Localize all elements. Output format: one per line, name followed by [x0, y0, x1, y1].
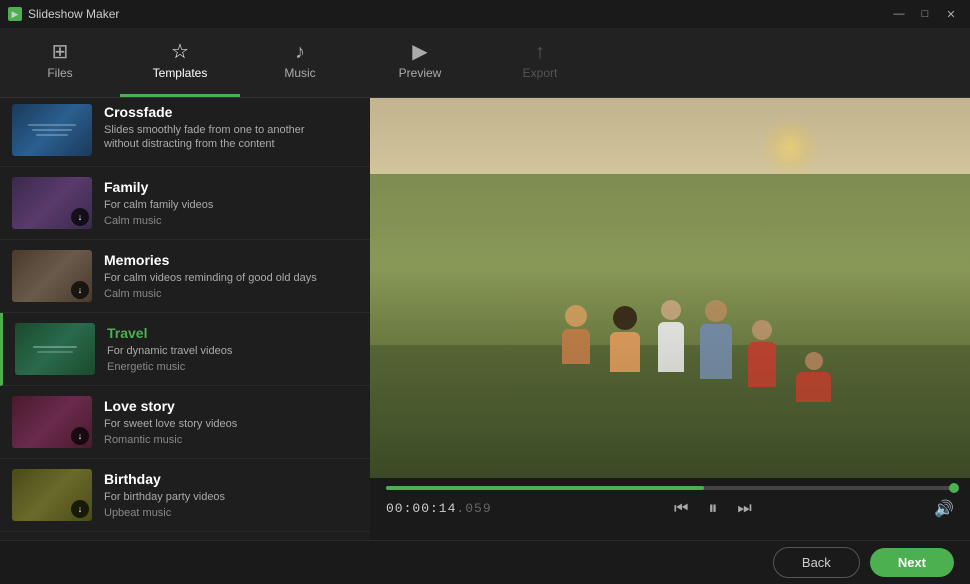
time-current: 00:00:14 — [386, 501, 456, 516]
minimize-button[interactable]: — — [888, 5, 910, 23]
template-desc-memories: For calm videos reminding of good old da… — [104, 271, 358, 285]
progress-row — [386, 486, 954, 490]
template-info-crossfade: Crossfade Slides smoothly fade from one … — [104, 104, 358, 155]
volume-icon[interactable]: 🔊 — [934, 499, 954, 519]
template-thumb-crossfade — [12, 104, 92, 156]
templates-icon: ☆ — [171, 42, 189, 62]
maximize-button[interactable]: □ — [914, 5, 936, 23]
template-desc-family: For calm family videos — [104, 198, 358, 212]
scene-people — [370, 98, 970, 478]
nav-export-label: Export — [523, 66, 558, 80]
files-icon: ⊞ — [52, 42, 69, 62]
pause-button[interactable]: ⏸ — [704, 496, 721, 521]
nav-templates[interactable]: ☆ Templates — [120, 28, 240, 97]
template-item-birthday[interactable]: ↓ Birthday For birthday party videos Upb… — [0, 459, 370, 532]
controls-bar: 00:00:14.059 ⏮ ⏸ ⏭ 🔊 — [370, 478, 970, 540]
nav-music[interactable]: ♪ Music — [240, 28, 360, 97]
template-list: Crossfade Slides smoothly fade from one … — [0, 98, 370, 540]
progress-dot — [949, 483, 959, 493]
template-thumb-birthday: ↓ — [12, 469, 92, 521]
app-title: Slideshow Maker — [28, 7, 119, 21]
nav-music-label: Music — [284, 66, 315, 80]
close-button[interactable]: ✕ — [940, 5, 962, 23]
template-item-lovestory[interactable]: ↓ Love story For sweet love story videos… — [0, 386, 370, 459]
memories-badge: ↓ — [71, 281, 89, 299]
controls-bottom-row: 00:00:14.059 ⏮ ⏸ ⏭ 🔊 — [386, 496, 954, 521]
nav-files[interactable]: ⊞ Files — [0, 28, 120, 97]
template-thumb-lovestory: ↓ — [12, 396, 92, 448]
template-item-travel[interactable]: Travel For dynamic travel videos Energet… — [0, 313, 370, 386]
template-desc-crossfade: Slides smoothly fade from one to another… — [104, 123, 358, 152]
template-info-birthday: Birthday For birthday party videos Upbea… — [104, 471, 358, 519]
template-name-birthday: Birthday — [104, 471, 358, 487]
template-item-crossfade[interactable]: Crossfade Slides smoothly fade from one … — [0, 98, 370, 167]
birthday-badge: ↓ — [71, 500, 89, 518]
template-desc-travel: For dynamic travel videos — [107, 344, 358, 358]
template-music-memories: Calm music — [104, 288, 358, 300]
template-info-family: Family For calm family videos Calm music — [104, 179, 358, 227]
titlebar-left: ▶ Slideshow Maker — [8, 7, 119, 21]
titlebar: ▶ Slideshow Maker — □ ✕ — [0, 0, 970, 28]
export-icon: ↑ — [535, 42, 545, 62]
template-info-lovestory: Love story For sweet love story videos R… — [104, 398, 358, 446]
nav-templates-label: Templates — [153, 66, 208, 80]
playback-controls: ⏮ ⏸ ⏭ — [670, 496, 756, 521]
template-name-family: Family — [104, 179, 358, 195]
app-icon: ▶ — [8, 7, 22, 21]
step-forward-button[interactable]: ⏭ — [733, 498, 755, 520]
template-name-memories: Memories — [104, 252, 358, 268]
template-item-memories[interactable]: ↓ Memories For calm videos reminding of … — [0, 240, 370, 313]
top-navigation: ⊞ Files ☆ Templates ♪ Music ▶ Preview ↑ … — [0, 28, 970, 98]
template-thumb-family: ↓ — [12, 177, 92, 229]
lovestory-badge: ↓ — [71, 427, 89, 445]
main-content: Crossfade Slides smoothly fade from one … — [0, 98, 970, 540]
titlebar-controls: — □ ✕ — [888, 5, 962, 23]
footer: Back Next — [0, 540, 970, 584]
nav-export[interactable]: ↑ Export — [480, 28, 600, 97]
template-music-family: Calm music — [104, 215, 358, 227]
template-name-lovestory: Love story — [104, 398, 358, 414]
music-icon: ♪ — [295, 42, 305, 62]
nav-preview-label: Preview — [399, 66, 442, 80]
template-desc-birthday: For birthday party videos — [104, 490, 358, 504]
template-name-crossfade: Crossfade — [104, 104, 358, 120]
preview-area: 00:00:14.059 ⏮ ⏸ ⏭ 🔊 — [370, 98, 970, 540]
time-dim: .059 — [456, 501, 491, 516]
preview-icon: ▶ — [412, 42, 427, 62]
template-info-travel: Travel For dynamic travel videos Energet… — [107, 325, 358, 373]
template-music-lovestory: Romantic music — [104, 434, 358, 446]
template-info-memories: Memories For calm videos reminding of go… — [104, 252, 358, 300]
progress-track[interactable] — [386, 486, 954, 490]
step-back-button[interactable]: ⏮ — [670, 498, 692, 520]
next-button[interactable]: Next — [870, 548, 954, 577]
back-button[interactable]: Back — [773, 547, 860, 578]
template-name-travel: Travel — [107, 325, 358, 341]
template-thumb-memories: ↓ — [12, 250, 92, 302]
nav-preview[interactable]: ▶ Preview — [360, 28, 480, 97]
nav-files-label: Files — [47, 66, 72, 80]
template-desc-lovestory: For sweet love story videos — [104, 417, 358, 431]
template-thumb-travel — [15, 323, 95, 375]
progress-fill — [386, 486, 704, 490]
template-item-family[interactable]: ↓ Family For calm family videos Calm mus… — [0, 167, 370, 240]
family-badge: ↓ — [71, 208, 89, 226]
video-display — [370, 98, 970, 478]
video-background — [370, 98, 970, 478]
time-display: 00:00:14.059 — [386, 501, 492, 516]
template-music-birthday: Upbeat music — [104, 507, 358, 519]
template-music-travel: Energetic music — [107, 361, 358, 373]
